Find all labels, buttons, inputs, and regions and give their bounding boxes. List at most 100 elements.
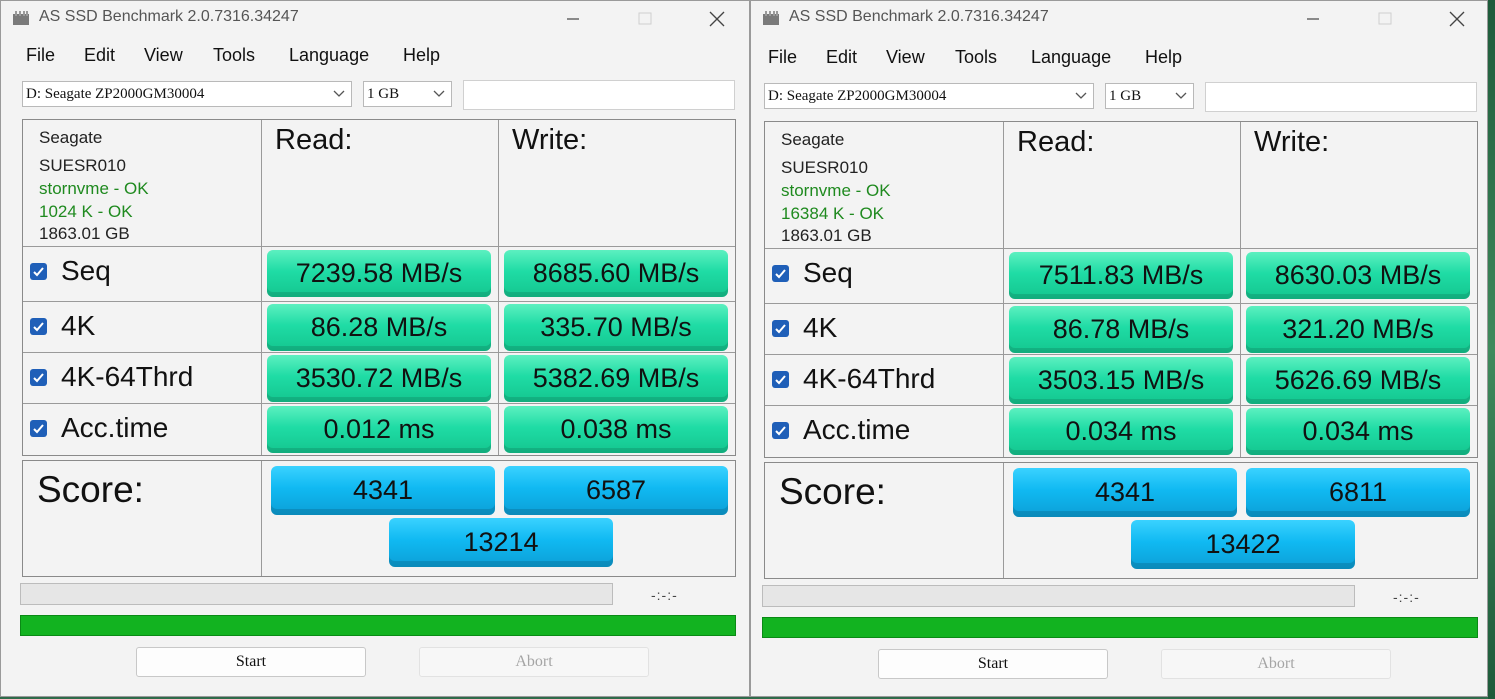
menu-view[interactable]: View bbox=[144, 45, 183, 66]
4k64-write-value: 5626.69 MB/s bbox=[1246, 357, 1470, 404]
blank-field bbox=[463, 80, 735, 110]
title-bar[interactable]: AS SSD Benchmark 2.0.7316.34247 bbox=[751, 1, 1487, 37]
grid-divider bbox=[765, 248, 1477, 249]
menu-language[interactable]: Language bbox=[289, 45, 369, 66]
check-icon bbox=[775, 269, 786, 279]
results-grid: Seagate SUESR010 stornvme - OK 1024 K - … bbox=[22, 119, 736, 456]
4k-write-value: 335.70 MB/s bbox=[504, 304, 728, 351]
title-bar[interactable]: AS SSD Benchmark 2.0.7316.34247 bbox=[1, 1, 749, 37]
4k64-checkbox[interactable] bbox=[30, 369, 47, 386]
menu-help[interactable]: Help bbox=[403, 45, 440, 66]
acctime-write-value: 0.034 ms bbox=[1246, 408, 1470, 455]
4k-checkbox[interactable] bbox=[772, 320, 789, 337]
size-select[interactable]: 1 GB bbox=[1105, 83, 1194, 109]
drive-firmware: SUESR010 bbox=[781, 158, 868, 177]
benchmark-window-2: AS SSD Benchmark 2.0.7316.34247 File Edi… bbox=[750, 0, 1488, 697]
score-total-value: 13422 bbox=[1131, 520, 1355, 569]
desktop-background bbox=[1488, 0, 1495, 699]
grid-divider bbox=[23, 246, 735, 247]
close-icon[interactable] bbox=[1435, 3, 1479, 33]
driver-status: stornvme - OK bbox=[781, 181, 891, 200]
menu-help[interactable]: Help bbox=[1145, 47, 1182, 68]
minimize-icon[interactable] bbox=[551, 3, 595, 33]
acctime-checkbox[interactable] bbox=[30, 420, 47, 437]
menu-edit[interactable]: Edit bbox=[84, 45, 115, 66]
abort-button[interactable]: Abort bbox=[419, 647, 649, 677]
4k64-label: 4K-64Thrd bbox=[803, 363, 936, 394]
elapsed-time: -:-:- bbox=[1393, 589, 1420, 605]
score-label: Score: bbox=[37, 469, 144, 510]
menu-tools[interactable]: Tools bbox=[213, 45, 255, 66]
check-icon bbox=[33, 267, 44, 277]
menu-file[interactable]: File bbox=[26, 45, 55, 66]
grid-divider bbox=[498, 120, 499, 455]
chevron-down-icon bbox=[1075, 92, 1087, 99]
drive-select[interactable]: D: Seagate ZP2000GM30004 bbox=[764, 83, 1094, 109]
maximize-icon[interactable] bbox=[623, 3, 667, 33]
check-icon bbox=[33, 373, 44, 383]
acctime-read-value: 0.012 ms bbox=[267, 406, 491, 453]
drive-capacity: 1863.01 GB bbox=[781, 226, 872, 245]
grid-divider bbox=[765, 354, 1477, 355]
drive-select-value: D: Seagate ZP2000GM30004 bbox=[768, 88, 947, 104]
abort-button[interactable]: Abort bbox=[1161, 649, 1391, 679]
size-select[interactable]: 1 GB bbox=[363, 81, 452, 107]
4k64-read-value: 3503.15 MB/s bbox=[1009, 357, 1233, 404]
write-header: Write: bbox=[512, 124, 588, 156]
grid-divider bbox=[765, 405, 1477, 406]
seq-read-value: 7239.58 MB/s bbox=[267, 250, 491, 297]
drive-select[interactable]: D: Seagate ZP2000GM30004 bbox=[22, 81, 352, 107]
read-header: Read: bbox=[1017, 126, 1095, 158]
size-select-value: 1 GB bbox=[1109, 88, 1142, 104]
window-title: AS SSD Benchmark 2.0.7316.34247 bbox=[789, 8, 1049, 25]
grid-divider bbox=[261, 120, 262, 455]
score-read-value: 4341 bbox=[271, 466, 495, 515]
start-button[interactable]: Start bbox=[136, 647, 366, 677]
close-icon[interactable] bbox=[695, 3, 739, 33]
menu-language[interactable]: Language bbox=[1031, 47, 1111, 68]
4k64-read-value: 3530.72 MB/s bbox=[267, 355, 491, 402]
acctime-label: Acc.time bbox=[803, 414, 911, 445]
grid-divider bbox=[1003, 122, 1004, 457]
write-header: Write: bbox=[1254, 126, 1330, 158]
app-icon bbox=[13, 11, 29, 25]
seq-checkbox[interactable] bbox=[772, 265, 789, 282]
grid-divider bbox=[261, 461, 262, 576]
grid-divider bbox=[23, 352, 735, 353]
menu-edit[interactable]: Edit bbox=[826, 47, 857, 68]
drive-vendor: Seagate bbox=[39, 128, 103, 147]
acctime-checkbox[interactable] bbox=[772, 422, 789, 439]
check-icon bbox=[775, 426, 786, 436]
minimize-icon[interactable] bbox=[1291, 3, 1335, 33]
grid-divider bbox=[23, 301, 735, 302]
chevron-down-icon bbox=[1175, 92, 1187, 99]
maximize-icon[interactable] bbox=[1363, 3, 1407, 33]
menu-file[interactable]: File bbox=[768, 47, 797, 68]
seq-write-value: 8685.60 MB/s bbox=[504, 250, 728, 297]
4k-write-value: 321.20 MB/s bbox=[1246, 306, 1470, 353]
window-title: AS SSD Benchmark 2.0.7316.34247 bbox=[39, 8, 299, 25]
check-icon bbox=[775, 324, 786, 334]
grid-divider bbox=[23, 403, 735, 404]
menu-view[interactable]: View bbox=[886, 47, 925, 68]
menu-tools[interactable]: Tools bbox=[955, 47, 997, 68]
seq-label: Seq bbox=[803, 257, 853, 288]
start-button[interactable]: Start bbox=[878, 649, 1108, 679]
4k-label: 4K bbox=[803, 312, 838, 343]
seq-checkbox[interactable] bbox=[30, 263, 47, 280]
drive-firmware: SUESR010 bbox=[39, 156, 126, 175]
score-read-value: 4341 bbox=[1013, 468, 1237, 517]
score-total-value: 13214 bbox=[389, 518, 613, 567]
grid-divider bbox=[765, 303, 1477, 304]
4k-checkbox[interactable] bbox=[30, 318, 47, 335]
4k64-checkbox[interactable] bbox=[772, 371, 789, 388]
alignment-status: 1024 K - OK bbox=[39, 202, 133, 221]
driver-status: stornvme - OK bbox=[39, 179, 149, 198]
results-grid: Seagate SUESR010 stornvme - OK 16384 K -… bbox=[764, 121, 1478, 458]
4k-label: 4K bbox=[61, 310, 96, 341]
score-write-value: 6811 bbox=[1246, 468, 1470, 517]
check-icon bbox=[33, 424, 44, 434]
acctime-label: Acc.time bbox=[61, 412, 169, 443]
seq-write-value: 8630.03 MB/s bbox=[1246, 252, 1470, 299]
read-header: Read: bbox=[275, 124, 353, 156]
